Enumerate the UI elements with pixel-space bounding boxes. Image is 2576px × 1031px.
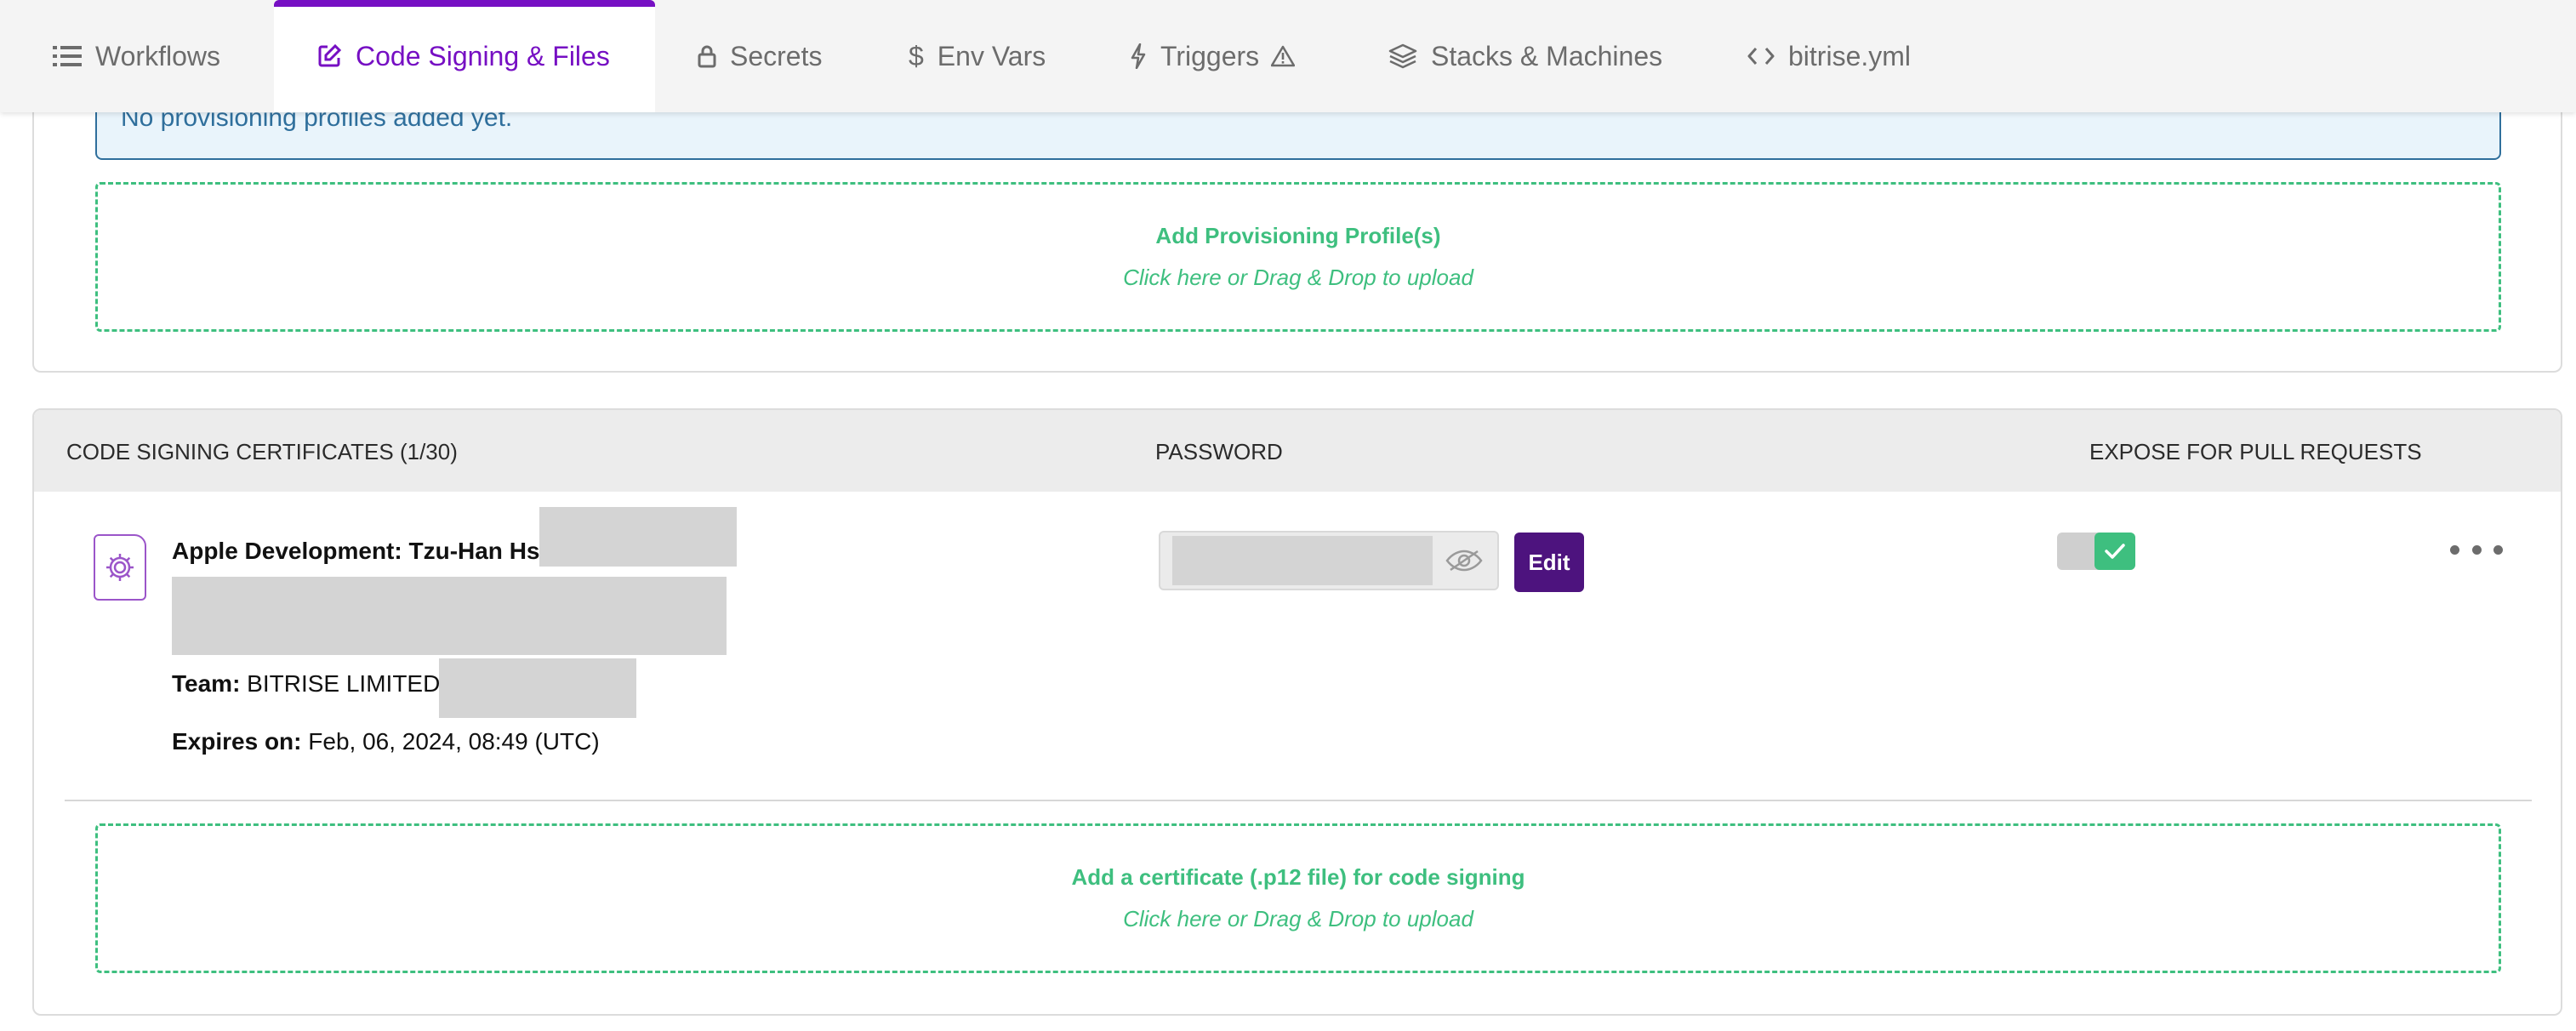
- column-header-certificates: CODE SIGNING CERTIFICATES (1/30): [66, 439, 458, 464]
- column-header-expose: EXPOSE FOR PULL REQUESTS: [2089, 439, 2422, 464]
- certificate-expiry: Expires on: Feb, 06, 2024, 08:49 (UTC): [172, 728, 600, 755]
- lightning-icon: [1130, 43, 1147, 69]
- add-certificate-dropzone[interactable]: Add a certificate (.p12 file) for code s…: [95, 823, 2501, 973]
- tab-code-signing[interactable]: Code Signing & Files: [274, 0, 655, 112]
- tab-triggers[interactable]: Triggers: [1130, 0, 1296, 112]
- add-provisioning-dropzone[interactable]: Add Provisioning Profile(s) Click here o…: [95, 182, 2501, 332]
- dropzone-hint: Click here or Drag & Drop to upload: [1123, 906, 1473, 931]
- certificates-table-header: CODE SIGNING CERTIFICATES (1/30) PASSWOR…: [34, 410, 2561, 492]
- tab-label: Env Vars: [937, 40, 1046, 71]
- check-icon: [2094, 533, 2135, 570]
- tab-label: Stacks & Machines: [1431, 40, 1663, 71]
- more-options-icon[interactable]: [2450, 534, 2503, 565]
- certificate-gear-icon: [94, 534, 146, 601]
- dropzone-title: Add Provisioning Profile(s): [1155, 223, 1441, 248]
- tab-workflows[interactable]: Workflows: [53, 0, 220, 112]
- certificate-name: Apple Development: Tzu-Han Hsu: [172, 538, 555, 564]
- tab-secrets[interactable]: Secrets: [698, 0, 822, 112]
- lock-icon: [698, 44, 716, 68]
- tab-bitrise-yml[interactable]: bitrise.yml: [1747, 0, 1911, 112]
- list-icon: [53, 44, 82, 68]
- tab-label: Workflows: [95, 40, 220, 71]
- warning-icon: [1271, 45, 1296, 67]
- eye-slash-icon[interactable]: [1431, 533, 1497, 589]
- tab-bar: Workflows Code Signing & Files Secrets $…: [0, 0, 2576, 112]
- dropzone-hint: Click here or Drag & Drop to upload: [1123, 265, 1473, 290]
- code-icon: [1747, 46, 1775, 66]
- edit-password-button[interactable]: Edit: [1514, 533, 1584, 592]
- expose-for-pr-toggle[interactable]: [2057, 533, 2135, 570]
- redacted-block: [439, 658, 636, 718]
- dropzone-title: Add a certificate (.p12 file) for code s…: [1071, 864, 1525, 890]
- layers-icon: [1388, 43, 1417, 69]
- column-header-password: PASSWORD: [1155, 439, 1283, 464]
- tab-label: Triggers: [1160, 40, 1260, 71]
- dollar-icon: $: [909, 40, 924, 71]
- redacted-block: [539, 507, 737, 567]
- tab-label: bitrise.yml: [1788, 40, 1912, 71]
- redacted-block: [172, 577, 727, 655]
- edit-square-icon: [316, 43, 342, 69]
- tab-stacks-machines[interactable]: Stacks & Machines: [1388, 0, 1662, 112]
- tab-env-vars[interactable]: $ Env Vars: [909, 0, 1046, 112]
- divider: [65, 800, 2532, 801]
- password-field[interactable]: [1159, 531, 1499, 590]
- tab-label: Secrets: [730, 40, 823, 71]
- password-value-redacted: [1172, 536, 1433, 585]
- certificate-team: Team: BITRISE LIMITED (: [172, 670, 455, 697]
- tab-label: Code Signing & Files: [356, 40, 610, 71]
